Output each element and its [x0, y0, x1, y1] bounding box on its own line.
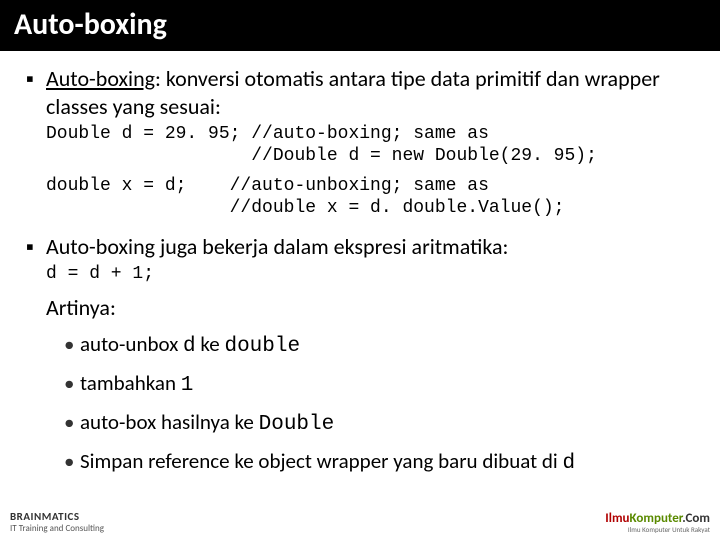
brand-right: IlmuKomputer.Com Ilmu Komputer Untuk Rak… [605, 511, 710, 534]
bullet-1: ▪ Auto-boxing: konversi otomatis antara … [26, 65, 694, 121]
slide-content: ▪ Auto-boxing: konversi otomatis antara … [0, 51, 720, 479]
sub-bullet-icon: • [64, 329, 80, 359]
sub-3-b: Double [259, 413, 335, 436]
slide-title: Auto-boxing [14, 6, 167, 43]
brand-right-3: .Com [682, 511, 710, 526]
sub-item-2: •tambahkan 1 [64, 368, 694, 401]
sub-4-b: d [563, 452, 576, 475]
sub-list: •auto-unbox d ke double •tambahkan 1 •au… [64, 329, 694, 479]
sub-2-b: 1 [181, 374, 194, 397]
sub-2-a: tambahkan [80, 370, 181, 396]
bullet-1-text: Auto-boxing: konversi otomatis antara ti… [46, 65, 694, 121]
code-block-3: d = d + 1; [46, 263, 694, 285]
code-block-2: double x = d; //auto-unboxing; same as /… [46, 175, 694, 219]
sub-1-d: double [224, 335, 300, 358]
sub-bullet-icon: • [64, 407, 80, 437]
brand-left: BRAINMATICS IT Training and Consulting [10, 510, 104, 534]
sub-1-a: auto-unbox [80, 331, 183, 357]
code-block-1: Double d = 29. 95; //auto-boxing; same a… [46, 123, 694, 167]
sub-1-b: d [183, 335, 196, 358]
footer: BRAINMATICS IT Training and Consulting I… [0, 510, 720, 534]
bullet-1-term: Auto-boxing [46, 65, 155, 92]
brand-right-tag: Ilmu Komputer Untuk Rakyat [605, 526, 710, 534]
brand-right-1: Ilmu [605, 511, 629, 526]
sub-item-4: •Simpan reference ke object wrapper yang… [64, 446, 694, 479]
slide-title-bar: Auto-boxing [0, 0, 720, 51]
sub-bullet-icon: • [64, 446, 80, 476]
artinya-label: Artinya: [46, 293, 694, 323]
sub-item-1: •auto-unbox d ke double [64, 329, 694, 362]
sub-4-a: Simpan reference ke object wrapper yang … [80, 448, 563, 474]
bullet-2-text: Auto-boxing juga bekerja dalam ekspresi … [46, 233, 508, 261]
bullet-marker: ▪ [26, 233, 46, 261]
sub-1-c: ke [196, 331, 225, 357]
sub-item-3: •auto-box hasilnya ke Double [64, 407, 694, 440]
sub-bullet-icon: • [64, 368, 80, 398]
bullet-marker: ▪ [26, 65, 46, 121]
brand-left-tag: IT Training and Consulting [10, 523, 104, 534]
sub-3-a: auto-box hasilnya ke [80, 409, 259, 435]
bullet-2: ▪ Auto-boxing juga bekerja dalam ekspres… [26, 233, 694, 261]
brand-right-2: Komputer [630, 511, 683, 526]
brand-left-name: BRAINMATICS [10, 510, 104, 523]
